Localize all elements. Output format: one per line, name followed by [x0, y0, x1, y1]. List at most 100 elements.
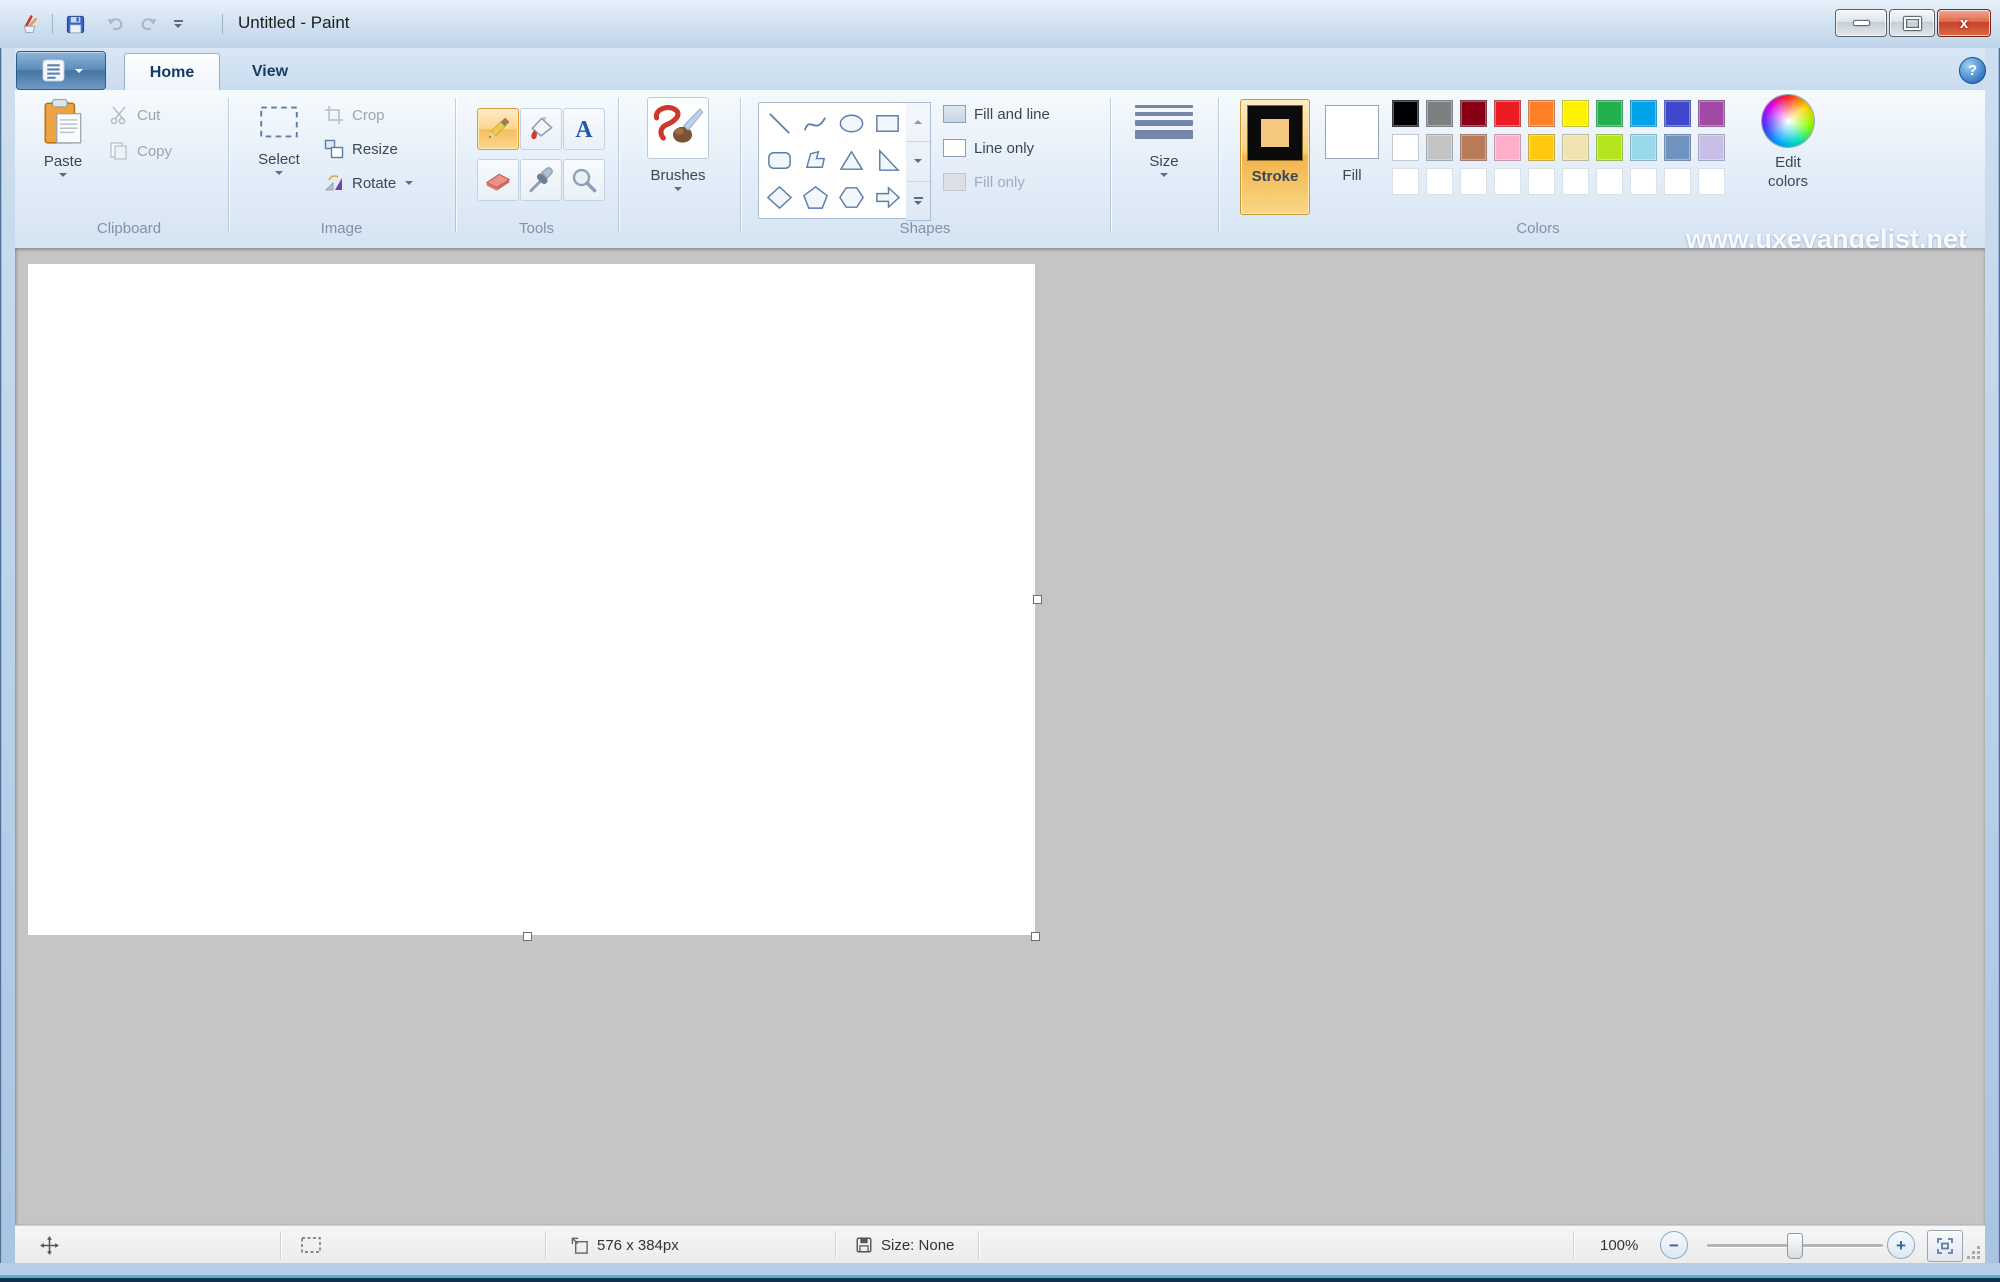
color-swatch[interactable] [1528, 100, 1555, 127]
resize-label: Resize [352, 141, 398, 158]
shape-triangle[interactable] [833, 142, 869, 179]
titlebar-separator-2 [222, 14, 223, 34]
qat-dropdown-button[interactable] [168, 11, 188, 37]
color-swatch[interactable] [1664, 134, 1691, 161]
cut-button[interactable]: Cut [108, 102, 160, 128]
crop-button[interactable]: Crop [323, 102, 385, 128]
color-swatch[interactable] [1460, 134, 1487, 161]
color-swatch[interactable] [1426, 134, 1453, 161]
group-separator [228, 98, 229, 232]
shape-polygon[interactable] [797, 142, 833, 179]
redo-button[interactable] [135, 11, 161, 37]
tool-color-picker[interactable] [520, 159, 562, 201]
stroke-label: Stroke [1252, 168, 1299, 185]
paste-button[interactable]: Paste [30, 97, 96, 219]
shape-pentagon[interactable] [797, 179, 833, 216]
drawing-canvas[interactable] [28, 264, 1035, 935]
canvas-resize-handle-bottom[interactable] [523, 932, 532, 941]
color-swatch[interactable] [1698, 134, 1725, 161]
shapes-scroll-down-button[interactable] [906, 142, 930, 181]
tool-eraser[interactable] [477, 159, 519, 201]
undo-button[interactable] [102, 11, 128, 37]
tool-text[interactable]: A [563, 108, 605, 150]
color-swatch[interactable] [1698, 100, 1725, 127]
tool-magnifier[interactable] [563, 159, 605, 201]
paste-icon [42, 97, 84, 147]
fit-to-window-button[interactable] [1927, 1230, 1963, 1262]
fill-color-swatch [1325, 105, 1379, 159]
resize-button[interactable]: Resize [323, 136, 398, 162]
copy-button[interactable]: Copy [108, 138, 172, 164]
color-swatch-empty [1494, 168, 1521, 195]
zoom-out-wrap: − [1660, 1226, 1688, 1264]
tool-fill-with-color[interactable] [520, 108, 562, 150]
stroke-color-button[interactable]: Stroke [1240, 99, 1310, 215]
status-separator [835, 1231, 836, 1259]
color-swatch[interactable] [1460, 100, 1487, 127]
shape-ellipse[interactable] [833, 105, 869, 142]
selection-size-indicator [300, 1226, 322, 1264]
size-button[interactable]: Size [1122, 97, 1206, 219]
select-button[interactable]: Select [248, 97, 310, 219]
color-swatch[interactable] [1494, 100, 1521, 127]
copy-label: Copy [137, 143, 172, 160]
zoom-level: 100% [1600, 1226, 1638, 1264]
color-swatch[interactable] [1664, 100, 1691, 127]
shape-arrow[interactable] [869, 179, 905, 216]
color-swatch[interactable] [1562, 134, 1589, 161]
paste-dropdown-icon [59, 173, 67, 177]
shape-rectangle[interactable] [869, 105, 905, 142]
fill-only-label: Fill only [974, 174, 1025, 191]
close-button[interactable]: x [1937, 9, 1991, 37]
color-swatch[interactable] [1426, 100, 1453, 127]
tool-pencil[interactable] [477, 108, 519, 150]
line-only-option[interactable]: Line only [943, 138, 1034, 158]
shape-diamond[interactable] [761, 179, 797, 216]
canvas-resize-handle-corner[interactable] [1031, 932, 1040, 941]
canvas-resize-handle-right[interactable] [1033, 595, 1042, 604]
zoom-slider-track[interactable] [1707, 1244, 1883, 1247]
minimize-button[interactable] [1835, 9, 1887, 37]
save-button[interactable] [62, 11, 88, 37]
color-swatch[interactable] [1528, 134, 1555, 161]
resize-grip-icon[interactable] [1967, 1246, 1981, 1260]
fill-only-option[interactable]: Fill only [943, 172, 1025, 192]
help-button[interactable]: ? [1959, 57, 1986, 84]
color-swatch[interactable] [1630, 100, 1657, 127]
scroll-down-icon [914, 159, 922, 163]
color-swatch[interactable] [1562, 100, 1589, 127]
edit-colors-button[interactable]: Edit colors [1748, 95, 1828, 192]
maximize-button[interactable] [1889, 9, 1935, 37]
selection-size-icon [300, 1236, 322, 1254]
rotate-button[interactable]: Rotate [323, 170, 413, 196]
shape-rounded-rectangle[interactable] [761, 142, 797, 179]
cursor-position-icon [40, 1236, 59, 1255]
color-swatch[interactable] [1392, 100, 1419, 127]
color-swatch-empty [1562, 168, 1589, 195]
shape-right-triangle[interactable] [869, 142, 905, 179]
brushes-button[interactable]: Brushes [638, 97, 718, 219]
color-swatch[interactable] [1596, 134, 1623, 161]
shape-hexagon[interactable] [833, 179, 869, 216]
zoom-out-button[interactable]: − [1660, 1231, 1688, 1259]
fill-color-button[interactable]: Fill [1318, 99, 1386, 213]
color-swatch-empty [1426, 168, 1453, 195]
zoom-slider-thumb[interactable] [1787, 1233, 1803, 1259]
color-swatch[interactable] [1596, 100, 1623, 127]
tab-home[interactable]: Home [124, 53, 220, 91]
fit-to-window-icon [1935, 1236, 1955, 1256]
zoom-in-button[interactable]: + [1887, 1231, 1915, 1259]
tab-view[interactable]: View [228, 53, 312, 90]
color-swatch[interactable] [1392, 134, 1419, 161]
shape-curve[interactable] [797, 105, 833, 142]
shapes-more-button[interactable] [906, 182, 930, 220]
application-menu-button[interactable] [16, 51, 106, 90]
shapes-scroll-up-button[interactable] [906, 103, 930, 142]
zoom-in-icon: + [1896, 1237, 1906, 1254]
fill-and-line-option[interactable]: Fill and line [943, 104, 1050, 124]
file-size-indicator: Size: None [855, 1226, 954, 1264]
shape-line[interactable] [761, 105, 797, 142]
color-swatch-empty [1698, 168, 1725, 195]
color-swatch[interactable] [1494, 134, 1521, 161]
color-swatch[interactable] [1630, 134, 1657, 161]
